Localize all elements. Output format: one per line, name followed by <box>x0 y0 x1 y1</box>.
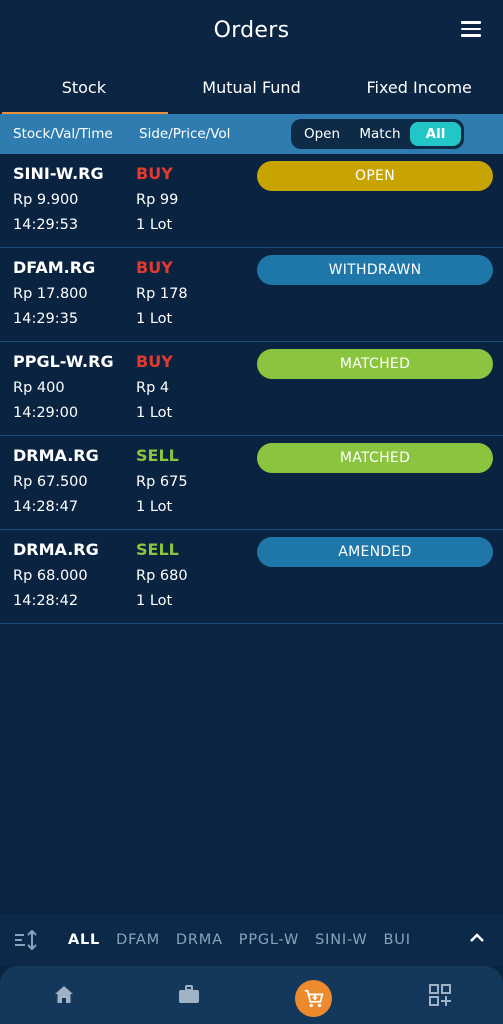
order-row[interactable]: SINI-W.RG Rp 9.900 14:29:53 BUY Rp 99 1 … <box>0 154 503 248</box>
status-badge: AMENDED <box>257 537 493 567</box>
tab-fixed-income[interactable]: Fixed Income <box>335 60 503 114</box>
order-time: 14:29:00 <box>13 405 79 421</box>
order-side: SELL <box>136 540 179 559</box>
order-time: 14:28:42 <box>13 593 79 609</box>
order-time: 14:29:35 <box>13 311 79 327</box>
order-side: BUY <box>136 258 173 277</box>
tab-mutual-fund[interactable]: Mutual Fund <box>168 60 336 114</box>
symbol-chip-ppgl-w[interactable]: PPGL-W <box>239 932 299 948</box>
cart-icon <box>304 989 323 1007</box>
order-price: Rp 4 <box>136 380 170 396</box>
order-volume: 1 Lot <box>136 311 173 327</box>
order-list: SINI-W.RG Rp 9.900 14:29:53 BUY Rp 99 1 … <box>0 154 503 624</box>
orders-nav-button[interactable] <box>295 980 332 1017</box>
sort-icon[interactable] <box>14 930 38 950</box>
symbol-chip-sini-w[interactable]: SINI-W <box>315 932 367 948</box>
order-price: Rp 178 <box>136 286 188 302</box>
filter-all-button[interactable]: All <box>410 122 461 146</box>
order-value: Rp 400 <box>13 380 65 396</box>
app-header: Orders <box>0 0 503 60</box>
home-icon[interactable] <box>52 983 76 1007</box>
order-row[interactable]: DRMA.RG Rp 68.000 14:28:42 SELL Rp 680 1… <box>0 530 503 624</box>
order-volume: 1 Lot <box>136 217 173 233</box>
order-price: Rp 99 <box>136 192 179 208</box>
order-symbol: DRMA.RG <box>13 540 99 559</box>
order-volume: 1 Lot <box>136 499 173 515</box>
order-value: Rp 17.800 <box>13 286 88 302</box>
chevron-up-icon[interactable] <box>469 932 485 944</box>
status-badge: OPEN <box>257 161 493 191</box>
order-value: Rp 67.500 <box>13 474 88 490</box>
tab-stock[interactable]: Stock <box>0 60 168 114</box>
order-symbol: PPGL-W.RG <box>13 352 114 371</box>
symbol-filter-bar: ALL DFAM DRMA PPGL-W SINI-W BUI <box>0 914 503 966</box>
symbol-chip-bui[interactable]: BUI <box>384 932 411 948</box>
order-value: Rp 9.900 <box>13 192 79 208</box>
order-row[interactable]: DRMA.RG Rp 67.500 14:28:47 SELL Rp 675 1… <box>0 436 503 530</box>
order-side: BUY <box>136 352 173 371</box>
order-symbol: DRMA.RG <box>13 446 99 465</box>
page-title: Orders <box>213 17 290 43</box>
order-side: BUY <box>136 164 173 183</box>
qr-add-icon[interactable] <box>428 983 452 1007</box>
column-header-stock: Stock/Val/Time <box>13 126 113 142</box>
status-filter-segment: Open Match All <box>291 119 464 149</box>
status-badge: MATCHED <box>257 349 493 379</box>
symbol-chip-list: ALL DFAM DRMA PPGL-W SINI-W BUI <box>60 914 452 966</box>
order-row[interactable]: PPGL-W.RG Rp 400 14:29:00 BUY Rp 4 1 Lot… <box>0 342 503 436</box>
order-side: SELL <box>136 446 179 465</box>
column-header-side: Side/Price/Vol <box>139 126 231 142</box>
status-badge: WITHDRAWN <box>257 255 493 285</box>
symbol-chip-drma[interactable]: DRMA <box>176 932 223 948</box>
order-symbol: DFAM.RG <box>13 258 96 277</box>
hamburger-menu-icon[interactable] <box>461 21 481 37</box>
order-price: Rp 675 <box>136 474 188 490</box>
order-symbol: SINI-W.RG <box>13 164 104 183</box>
order-filter-bar: Stock/Val/Time Side/Price/Vol Open Match… <box>0 114 503 154</box>
filter-open-button[interactable]: Open <box>294 122 350 146</box>
briefcase-icon[interactable] <box>177 983 201 1007</box>
order-time: 14:29:53 <box>13 217 79 233</box>
order-type-tabs: Stock Mutual Fund Fixed Income <box>0 60 503 114</box>
symbol-chip-dfam[interactable]: DFAM <box>116 932 160 948</box>
order-row[interactable]: DFAM.RG Rp 17.800 14:29:35 BUY Rp 178 1 … <box>0 248 503 342</box>
order-time: 14:28:47 <box>13 499 79 515</box>
order-volume: 1 Lot <box>136 405 173 421</box>
order-volume: 1 Lot <box>136 593 173 609</box>
bottom-navigation <box>0 966 503 1024</box>
symbol-chip-all[interactable]: ALL <box>68 932 100 948</box>
filter-match-button[interactable]: Match <box>350 122 410 146</box>
status-badge: MATCHED <box>257 443 493 473</box>
order-value: Rp 68.000 <box>13 568 88 584</box>
order-price: Rp 680 <box>136 568 188 584</box>
